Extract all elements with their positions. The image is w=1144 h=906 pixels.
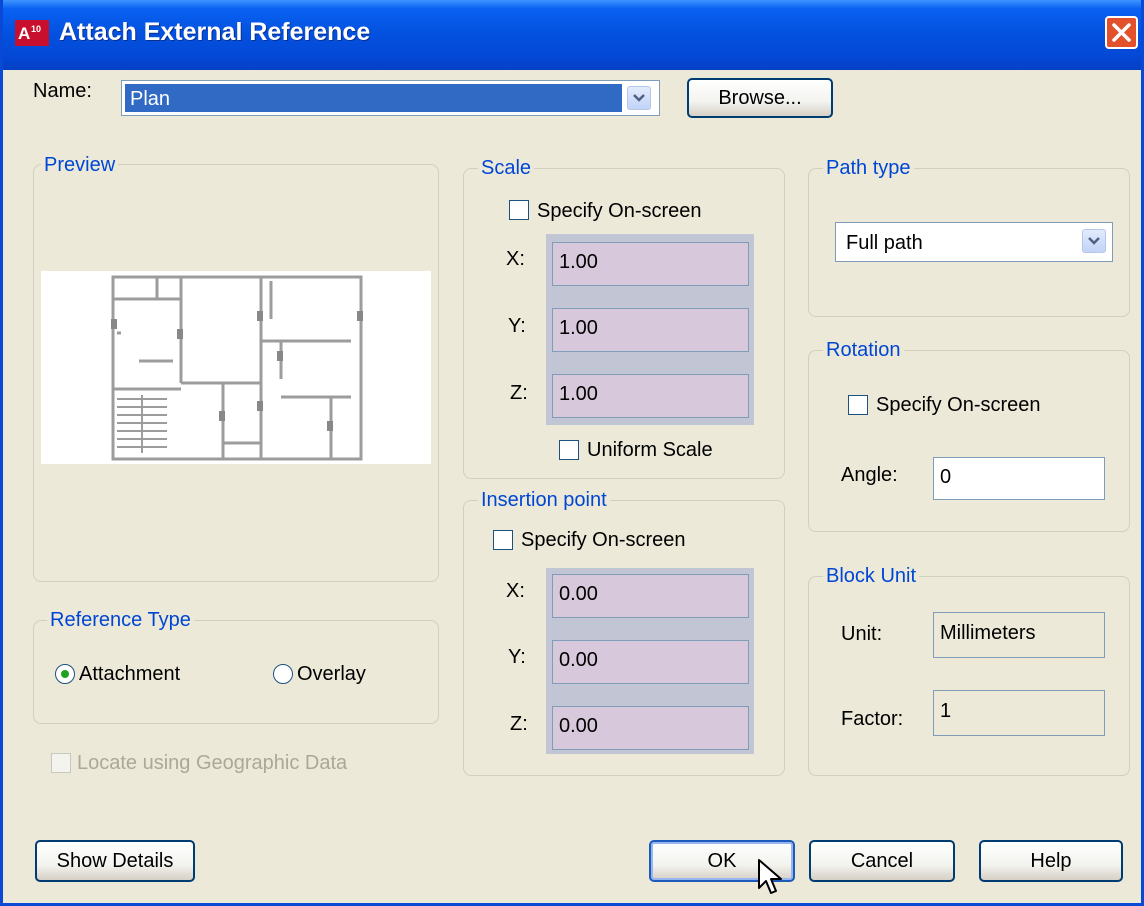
insertion-specify-onscreen-label[interactable]: Specify On-screen [521,529,686,552]
scale-z-input[interactable]: 1.00 [552,374,749,418]
unit-label: Unit: [841,623,883,645]
angle-input[interactable]: 0 [933,457,1105,500]
rotation-group [808,350,1130,532]
scale-y-input[interactable]: 1.00 [552,308,749,352]
uniform-scale-checkbox[interactable] [559,440,579,460]
svg-text:A: A [18,24,30,43]
reference-type-title: Reference Type [47,609,194,632]
overlay-label[interactable]: Overlay [297,663,366,686]
scale-x-input[interactable]: 1.00 [552,242,749,286]
block-unit-group [808,576,1130,776]
insertion-z-input[interactable]: 0.00 [552,706,749,750]
path-type-dropdown-button[interactable] [1082,229,1106,253]
scale-y-label: Y: [508,315,526,337]
insertion-point-title: Insertion point [478,489,610,512]
block-unit-title: Block Unit [823,565,920,588]
unit-value: Millimeters [933,612,1105,658]
insertion-z-label: Z: [510,713,528,735]
scale-x-label: X: [506,248,525,270]
name-combobox[interactable]: Plan [121,80,660,116]
show-details-button[interactable]: Show Details [35,840,195,882]
radio-selected-dot [61,670,69,678]
dialog-window: A 10 Attach External Reference Name: Pla… [0,0,1144,906]
insertion-specify-onscreen-checkbox[interactable] [493,530,513,550]
geographic-data-checkbox[interactable] [51,753,71,773]
scale-specify-onscreen-label[interactable]: Specify On-screen [537,200,702,223]
name-label: Name: [33,80,92,102]
floor-plan-preview [111,275,363,461]
cancel-button[interactable]: Cancel [809,840,955,882]
geographic-data-label: Locate using Geographic Data [77,752,348,774]
rotation-title: Rotation [823,339,904,362]
help-button[interactable]: Help [979,840,1123,882]
insertion-x-label: X: [506,580,525,602]
insertion-y-input[interactable]: 0.00 [552,640,749,684]
name-dropdown-button[interactable] [627,86,651,110]
svg-text:10: 10 [31,24,41,34]
uniform-scale-label[interactable]: Uniform Scale [587,439,713,462]
insertion-x-input[interactable]: 0.00 [552,574,749,618]
window-title: Attach External Reference [59,18,371,46]
rotation-specify-onscreen-checkbox[interactable] [848,395,868,415]
name-combobox-selection [125,84,622,112]
angle-label: Angle: [841,464,898,486]
scale-specify-onscreen-checkbox[interactable] [509,200,529,220]
factor-label: Factor: [841,708,904,730]
rotation-specify-onscreen-label[interactable]: Specify On-screen [876,394,1041,417]
path-type-value: Full path [846,232,923,254]
close-button[interactable] [1105,16,1138,49]
preview-canvas [41,271,431,464]
title-bar[interactable]: A 10 Attach External Reference [3,0,1141,70]
insertion-y-label: Y: [508,646,526,668]
scale-z-label: Z: [510,382,528,404]
browse-button[interactable]: Browse... [687,78,833,118]
preview-title: Preview [41,154,119,177]
path-type-combobox[interactable]: Full path [835,222,1113,262]
attachment-radio[interactable] [55,664,75,684]
path-type-title: Path type [823,157,914,180]
attachment-label[interactable]: Attachment [79,663,180,686]
scale-title: Scale [478,157,535,180]
factor-value: 1 [933,690,1105,736]
autocad-app-icon: A 10 [15,20,49,46]
overlay-radio[interactable] [273,664,293,684]
mouse-cursor-icon [757,858,785,903]
name-value: Plan [130,88,171,110]
